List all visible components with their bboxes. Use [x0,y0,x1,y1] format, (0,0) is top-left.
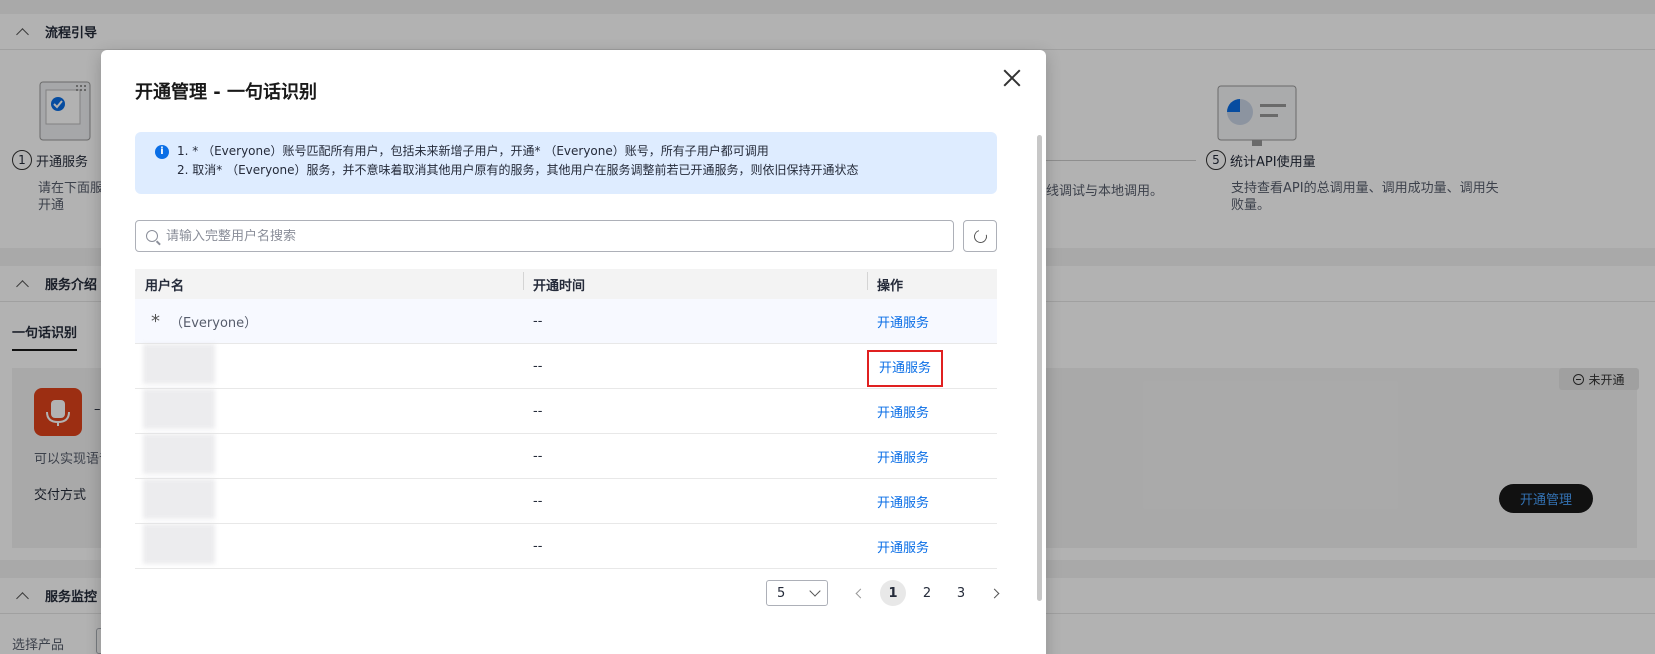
open-time-cell: -- [533,313,543,329]
table-row: -- 开通服务 [135,479,997,524]
pagination: 5 1 2 3 [766,580,1010,606]
table-row: -- 开通服务 [135,524,997,569]
column-action: 操作 [867,271,997,294]
open-service-link[interactable]: 开通服务 [877,541,929,556]
open-service-link[interactable]: 开通服务 [877,496,929,511]
open-service-link[interactable]: 开通服务 [877,316,929,331]
page-3[interactable]: 3 [948,580,974,606]
table-row: * （Everyone） -- 开通服务 [135,299,997,344]
open-time-cell: -- [533,448,543,464]
open-service-link[interactable]: 开通服务 [877,451,929,466]
page-1[interactable]: 1 [880,580,906,606]
blurred-username [143,434,215,474]
table-row: -- 开通服务 [135,344,997,389]
open-time-cell: -- [533,403,543,419]
next-page-button[interactable] [984,580,1004,606]
page-size-select[interactable]: 5 [766,580,828,606]
open-time-cell: -- [533,358,543,374]
open-time-cell: -- [533,538,543,554]
info-icon: i [155,145,169,159]
chevron-left-icon [855,588,865,598]
search-icon [146,230,158,242]
table-row: -- 开通服务 [135,434,997,479]
open-time-cell: -- [533,493,543,509]
blurred-username [143,389,215,429]
page-size-value: 5 [777,585,786,601]
table-row: -- 开通服务 [135,389,997,434]
search-box[interactable] [135,220,954,252]
username-cell: （Everyone） [170,315,258,331]
refresh-button[interactable] [963,220,997,252]
prev-page-button[interactable] [850,580,870,606]
chevron-right-icon [989,588,999,598]
table-header: 用户名 开通时间 操作 [135,269,997,299]
search-input[interactable] [166,228,953,244]
user-table: 用户名 开通时间 操作 * （Everyone） -- 开通服务 -- 开通服务… [135,269,997,569]
column-open-time: 开通时间 [523,271,867,294]
chevron-down-icon [809,585,821,597]
info-alert: i 1. * （Everyone）账号匹配所有用户，包括未来新增子用户，开通* … [135,132,997,194]
blurred-username [143,479,215,519]
column-username: 用户名 [145,278,185,294]
dialog-scrollbar[interactable] [1037,135,1042,601]
everyone-star: * [151,310,160,332]
refresh-icon [971,227,989,245]
alert-line-2: 2. 取消* （Everyone）服务，并不意味着取消其他用户原有的服务，其他用… [177,163,859,177]
open-service-link-highlighted[interactable]: 开通服务 [867,349,944,387]
manage-dialog: 开通管理 - 一句话识别 i 1. * （Everyone）账号匹配所有用户，包… [101,50,1046,654]
close-icon[interactable] [1000,66,1024,90]
blurred-username [143,344,215,384]
alert-line-1: 1. * （Everyone）账号匹配所有用户，包括未来新增子用户，开通* （E… [177,144,769,158]
open-service-link[interactable]: 开通服务 [877,406,929,421]
dialog-title: 开通管理 - 一句话识别 [135,82,318,103]
page-2[interactable]: 2 [914,580,940,606]
blurred-username [143,524,215,564]
